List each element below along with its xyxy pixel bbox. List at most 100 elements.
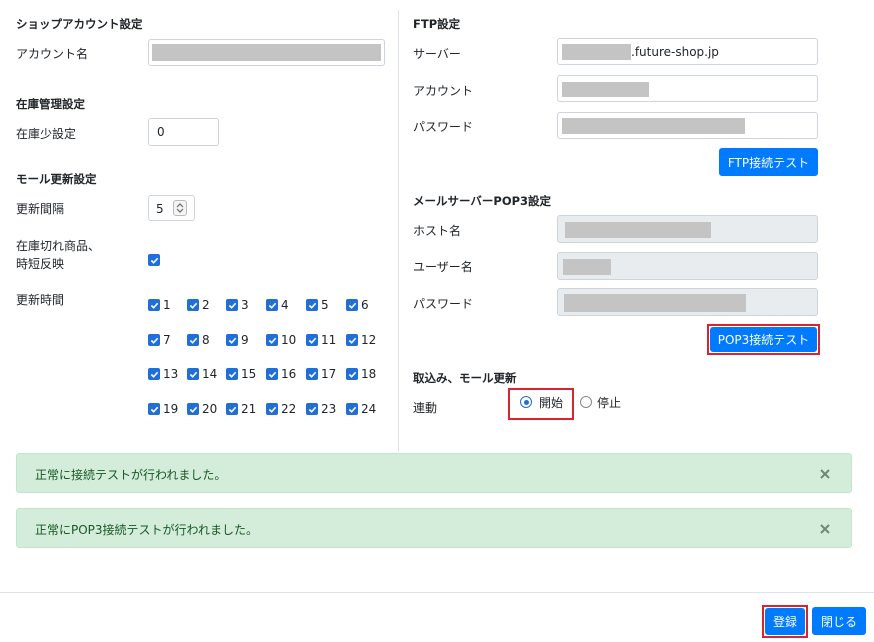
redacted-value: [562, 44, 631, 60]
check-icon: [308, 337, 316, 344]
hour-checkbox[interactable]: [306, 334, 318, 346]
hour-checkbox[interactable]: [187, 334, 199, 346]
check-icon: [228, 406, 236, 413]
hour-checkbox[interactable]: [148, 368, 160, 380]
check-icon: [228, 337, 236, 344]
redacted-value: [152, 44, 381, 61]
hour-checkbox[interactable]: [266, 368, 278, 380]
hour-checkbox[interactable]: [306, 368, 318, 380]
check-icon: [348, 371, 356, 378]
hour-checkbox[interactable]: [346, 368, 358, 380]
hour-checkbox[interactable]: [266, 403, 278, 415]
hour-checkbox[interactable]: [148, 299, 160, 311]
hour-checkbox-label: 18: [361, 367, 377, 381]
shop-account-section-title: ショップアカウント設定: [16, 17, 143, 31]
stepper-spin-button[interactable]: [173, 200, 187, 216]
column-divider: [398, 10, 399, 452]
account-name-input[interactable]: [148, 39, 385, 66]
hour-checkbox[interactable]: [187, 403, 199, 415]
outofstock-checkbox[interactable]: [148, 254, 160, 266]
hour-checkbox-label: 3: [241, 298, 249, 312]
check-icon: [268, 302, 276, 309]
hour-checkbox-label: 8: [202, 333, 210, 347]
stop-radio-label: 停止: [597, 396, 622, 410]
hour-checkbox-label: 16: [281, 367, 297, 381]
close-icon[interactable]: [819, 468, 831, 480]
stock-low-label: 在庫少設定: [16, 127, 77, 141]
hour-checkbox-label: 17: [321, 367, 337, 381]
update-interval-stepper[interactable]: 5: [148, 195, 195, 221]
import-section-title: 取込み、モール更新: [413, 371, 517, 385]
hour-checkbox[interactable]: [148, 403, 160, 415]
ftp-password-label: パスワード: [413, 120, 474, 134]
redacted-value: [562, 82, 649, 97]
check-icon: [150, 257, 158, 264]
hour-checkbox[interactable]: [346, 334, 358, 346]
hour-checkbox-label: 1: [163, 298, 171, 312]
hour-checkbox[interactable]: [306, 403, 318, 415]
ftp-password-input[interactable]: [557, 112, 818, 139]
check-icon: [150, 337, 158, 344]
alert-message: 正常にPOP3接続テストが行われました。: [35, 523, 258, 537]
mall-section-title: モール更新設定: [16, 172, 97, 186]
check-icon: [268, 337, 276, 344]
register-button[interactable]: 登録: [765, 608, 805, 635]
hour-checkbox-label: 11: [321, 333, 337, 347]
ftp-server-label: サーバー: [413, 47, 461, 61]
ftp-account-label: アカウント: [413, 84, 474, 98]
pop3-test-button[interactable]: POP3接続テスト: [710, 327, 817, 352]
hour-checkbox-label: 2: [202, 298, 210, 312]
hour-checkbox-label: 20: [202, 402, 218, 416]
hour-checkbox[interactable]: [346, 403, 358, 415]
hour-checkbox[interactable]: [187, 299, 199, 311]
check-icon: [189, 371, 197, 378]
hour-checkbox[interactable]: [226, 299, 238, 311]
check-icon: [308, 371, 316, 378]
hour-checkbox-label: 24: [361, 402, 377, 416]
outofstock-label-line2: 時短反映: [16, 257, 65, 271]
close-button[interactable]: 閉じる: [812, 607, 866, 635]
ftp-server-suffix: .future-shop.jp: [631, 45, 719, 59]
hour-checkbox[interactable]: [266, 334, 278, 346]
pop3-host-input[interactable]: [557, 215, 818, 243]
hour-checkbox-label: 13: [163, 367, 179, 381]
stop-radio[interactable]: [580, 396, 592, 408]
check-icon: [308, 302, 316, 309]
hour-checkbox[interactable]: [346, 299, 358, 311]
start-radio[interactable]: [520, 396, 532, 408]
pop3-user-label: ユーザー名: [413, 260, 473, 274]
update-interval-label: 更新間隔: [16, 202, 65, 216]
check-icon: [228, 302, 236, 309]
hour-checkbox[interactable]: [266, 299, 278, 311]
hour-checkbox[interactable]: [306, 299, 318, 311]
pop3-password-label: パスワード: [413, 297, 474, 311]
stock-section-title: 在庫管理設定: [16, 97, 85, 111]
ftp-section-title: FTP設定: [413, 17, 461, 31]
hour-checkbox[interactable]: [226, 334, 238, 346]
alert-success-pop3: 正常にPOP3接続テストが行われました。: [16, 508, 852, 548]
pop3-host-label: ホスト名: [413, 224, 462, 238]
ftp-account-input[interactable]: [557, 75, 818, 102]
hour-checkbox[interactable]: [226, 368, 238, 380]
hour-checkbox[interactable]: [148, 334, 160, 346]
update-hours-label: 更新時間: [16, 293, 65, 307]
check-icon: [268, 406, 276, 413]
hour-checkbox-label: 5: [321, 298, 329, 312]
start-radio-label: 開始: [539, 396, 564, 410]
stock-low-input[interactable]: 0: [148, 118, 219, 146]
hour-checkbox[interactable]: [187, 368, 199, 380]
hour-checkbox-label: 21: [241, 402, 257, 416]
hour-checkbox-label: 9: [241, 333, 249, 347]
pop3-password-input[interactable]: [557, 288, 818, 316]
ftp-server-input[interactable]: .future-shop.jp: [557, 38, 818, 65]
check-icon: [150, 302, 158, 309]
check-icon: [189, 337, 197, 344]
hour-checkbox-label: 12: [361, 333, 377, 347]
check-icon: [348, 406, 356, 413]
alert-message: 正常に接続テストが行われました。: [35, 468, 227, 482]
hour-checkbox[interactable]: [226, 403, 238, 415]
redacted-value: [563, 259, 611, 275]
ftp-test-button[interactable]: FTP接続テスト: [719, 148, 818, 176]
pop3-user-input[interactable]: [557, 252, 818, 280]
close-icon[interactable]: [819, 523, 831, 535]
